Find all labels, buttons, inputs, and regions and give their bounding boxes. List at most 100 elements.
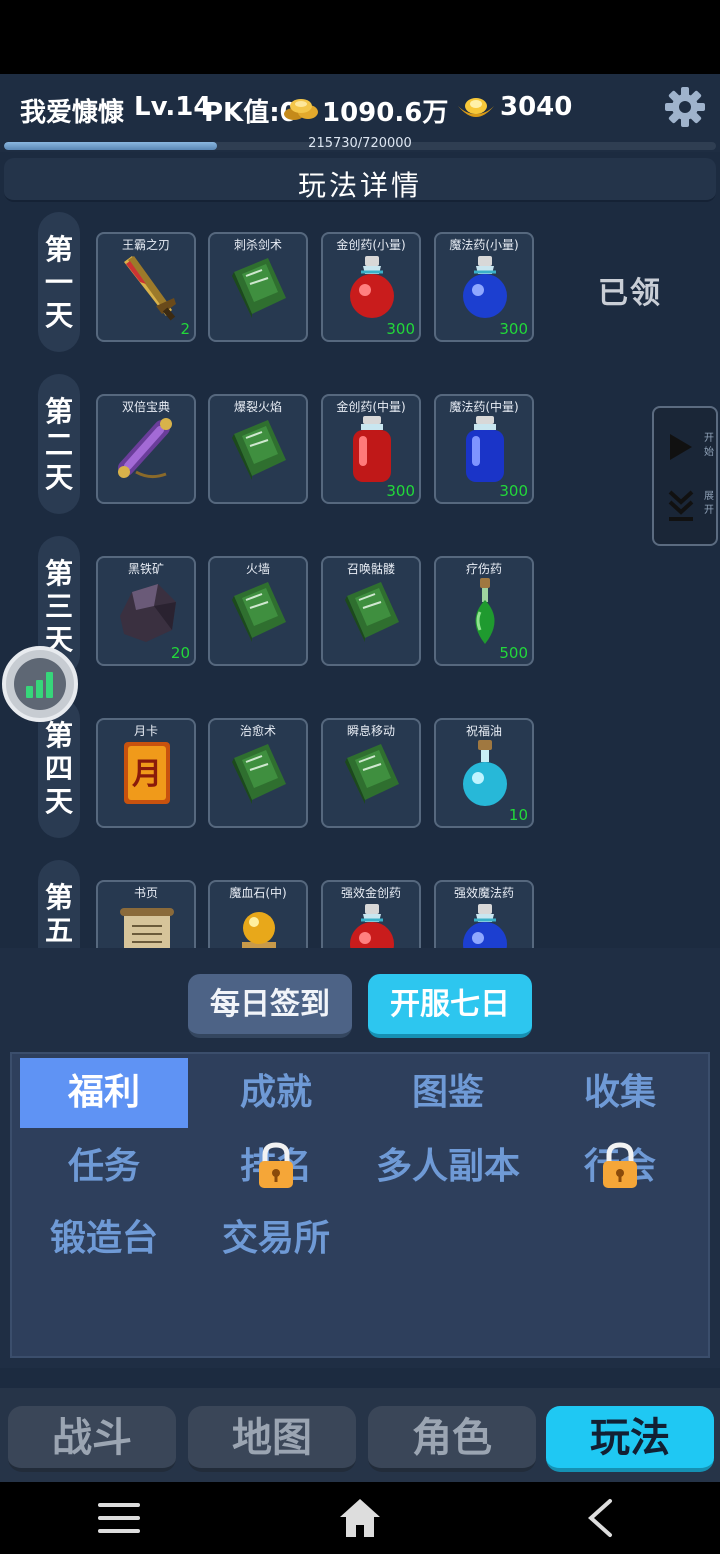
book-icon xyxy=(232,744,286,804)
day-label-char: 天 xyxy=(44,784,73,818)
back-icon[interactable] xyxy=(584,1498,616,1538)
menu-item[interactable]: 福利 xyxy=(20,1058,188,1128)
reward-item-slot[interactable]: 治愈术 xyxy=(208,718,308,828)
ingot-amount: 3040 xyxy=(500,92,573,122)
reward-item-name: 书页 xyxy=(133,886,158,900)
day-label-char: 第 xyxy=(44,718,73,752)
potion-blue-icon xyxy=(463,256,507,318)
gold-ingot-icon xyxy=(458,98,494,117)
day-label-char: 一 xyxy=(44,265,73,299)
reward-item-name: 月卡 xyxy=(133,724,158,738)
gear-icon[interactable] xyxy=(664,86,706,128)
tab-seven-day[interactable]: 开服七日 xyxy=(368,974,532,1038)
day-label-char: 第 xyxy=(44,556,73,590)
day-label: 第二天 xyxy=(38,374,80,514)
book-icon xyxy=(345,744,399,804)
book-icon xyxy=(232,582,286,642)
day-row: 第一天 王霸之刃 2 刺杀剑术 金创药(小量) 300 魔法药(小量) 300 已领 xyxy=(0,208,720,358)
reward-item-slot[interactable]: 祝福油 10 xyxy=(434,718,534,828)
reward-item-name: 爆裂火焰 xyxy=(233,400,282,414)
reward-item-slot[interactable]: 强效金创药 xyxy=(321,880,421,948)
exp-text: 215730/720000 xyxy=(308,136,412,151)
day-label-char: 天 xyxy=(44,298,73,332)
reward-item-name: 双倍宝典 xyxy=(121,400,170,414)
orb-icon xyxy=(242,912,276,948)
menu-item[interactable]: 多人副本 xyxy=(364,1132,532,1202)
reward-item-name: 魔法药(中量) xyxy=(449,400,519,414)
reward-item-slot[interactable]: 强效魔法药 xyxy=(434,880,534,948)
reward-item-slot[interactable]: 召唤骷髅 xyxy=(321,556,421,666)
gold-amount: 1090.6万 xyxy=(322,98,449,128)
reward-item-count: 2 xyxy=(180,320,190,338)
reward-item-count: 10 xyxy=(508,806,528,824)
reward-item-name: 祝福油 xyxy=(465,724,502,738)
reward-item-name: 治愈术 xyxy=(239,724,276,738)
reward-item-slot[interactable]: 瞬息移动 xyxy=(321,718,421,828)
menu-item[interactable]: 成就 xyxy=(192,1058,360,1128)
home-icon[interactable] xyxy=(338,1496,382,1540)
menu-item[interactable]: 图鉴 xyxy=(364,1058,532,1128)
day-row: 第二天 双倍宝典 爆裂火焰 金创药(中量) 300 魔法药(中量) 300 xyxy=(0,370,720,520)
reward-item-slot[interactable]: 爆裂火焰 xyxy=(208,394,308,504)
reward-item-name: 黑铁矿 xyxy=(127,562,164,576)
start-label: 开始 xyxy=(704,433,714,458)
reward-item-slot[interactable]: 王霸之刃 2 xyxy=(96,232,196,342)
sword-icon xyxy=(124,256,176,321)
page-title: 玩法详情 xyxy=(297,169,422,202)
reward-item-name: 召唤骷髅 xyxy=(346,562,395,576)
reward-item-slot[interactable]: 魔法药(中量) 300 xyxy=(434,394,534,504)
daily-reward-list[interactable]: 第一天王霸之刃 2 刺杀剑术 金创药(小量) 300 魔法药(小量) 300 已领第二天双倍宝… xyxy=(0,208,720,948)
nav-button[interactable]: 玩法 xyxy=(546,1406,714,1472)
potion-cyan-icon xyxy=(463,740,507,806)
tab-daily-signin[interactable]: 每日签到 xyxy=(188,974,352,1038)
reward-item-slot[interactable]: 魔血石(中) xyxy=(208,880,308,948)
reward-item-slot[interactable]: 金创药(小量) 300 xyxy=(321,232,421,342)
reward-item-slot[interactable]: 刺杀剑术 xyxy=(208,232,308,342)
lock-icon xyxy=(603,1142,637,1188)
reward-item-slot[interactable]: 疗伤药 500 xyxy=(434,556,534,666)
reward-item-slot[interactable]: 书页 xyxy=(96,880,196,948)
nav-button[interactable]: 地图 xyxy=(188,1406,356,1472)
book-icon xyxy=(345,582,399,642)
gold-coins-icon xyxy=(284,99,318,120)
reward-item-count: 300 xyxy=(499,320,528,338)
bottom-navigation: 战斗 地图 角色 玩法 xyxy=(0,1388,720,1482)
reward-item-slot[interactable]: 月卡月 xyxy=(96,718,196,828)
reward-item-slot[interactable]: 魔法药(小量) 300 xyxy=(434,232,534,342)
expand-icon[interactable] xyxy=(666,488,696,524)
menu-item[interactable]: 任务 xyxy=(20,1132,188,1202)
book-icon xyxy=(232,258,286,318)
menu-item[interactable]: 锻造台 xyxy=(20,1204,188,1274)
potion-blue-icon xyxy=(463,904,507,948)
potion-red-tall-icon xyxy=(353,416,391,482)
reward-item-slot[interactable]: 金创药(中量) 300 xyxy=(321,394,421,504)
day-label-char: 四 xyxy=(44,751,73,785)
stats-float-inner xyxy=(14,658,66,710)
player-header: 我爱慷慷 Lv.14 PK值:0 1090.6万 3040 215730/720… xyxy=(0,74,720,152)
player-name: 我爱慷慷 xyxy=(20,98,125,128)
reward-item-slot[interactable]: 黑铁矿 20 xyxy=(96,556,196,666)
reward-item-slot[interactable]: 火墙 xyxy=(208,556,308,666)
reward-item-slot[interactable]: 双倍宝典 xyxy=(96,394,196,504)
nav-button[interactable]: 角色 xyxy=(368,1406,536,1472)
stats-float-button[interactable] xyxy=(2,646,78,722)
reward-item-count: 500 xyxy=(499,644,528,662)
system-navigation-bar xyxy=(0,1482,720,1554)
reward-item-name: 王霸之刃 xyxy=(121,238,170,252)
potion-green-icon xyxy=(475,578,495,644)
potion-red-icon xyxy=(350,904,394,948)
menu-icon[interactable] xyxy=(98,1500,140,1536)
menu-item[interactable]: 交易所 xyxy=(192,1204,360,1274)
potion-blue-tall-icon xyxy=(466,416,504,482)
day-label-char: 五 xyxy=(44,913,73,947)
menu-item[interactable]: 收集 xyxy=(536,1058,704,1128)
reward-item-count: 300 xyxy=(386,482,415,500)
player-level: Lv.14 xyxy=(134,92,212,122)
reward-item-name: 刺杀剑术 xyxy=(233,238,282,252)
play-icon[interactable] xyxy=(666,432,694,462)
card-icon: 月 xyxy=(124,742,170,804)
title-banner: 玩法详情 xyxy=(4,158,716,202)
floating-side-panel[interactable]: 开始 展开 xyxy=(652,406,718,546)
reward-item-name: 魔法药(小量) xyxy=(449,238,519,252)
nav-button[interactable]: 战斗 xyxy=(8,1406,176,1472)
